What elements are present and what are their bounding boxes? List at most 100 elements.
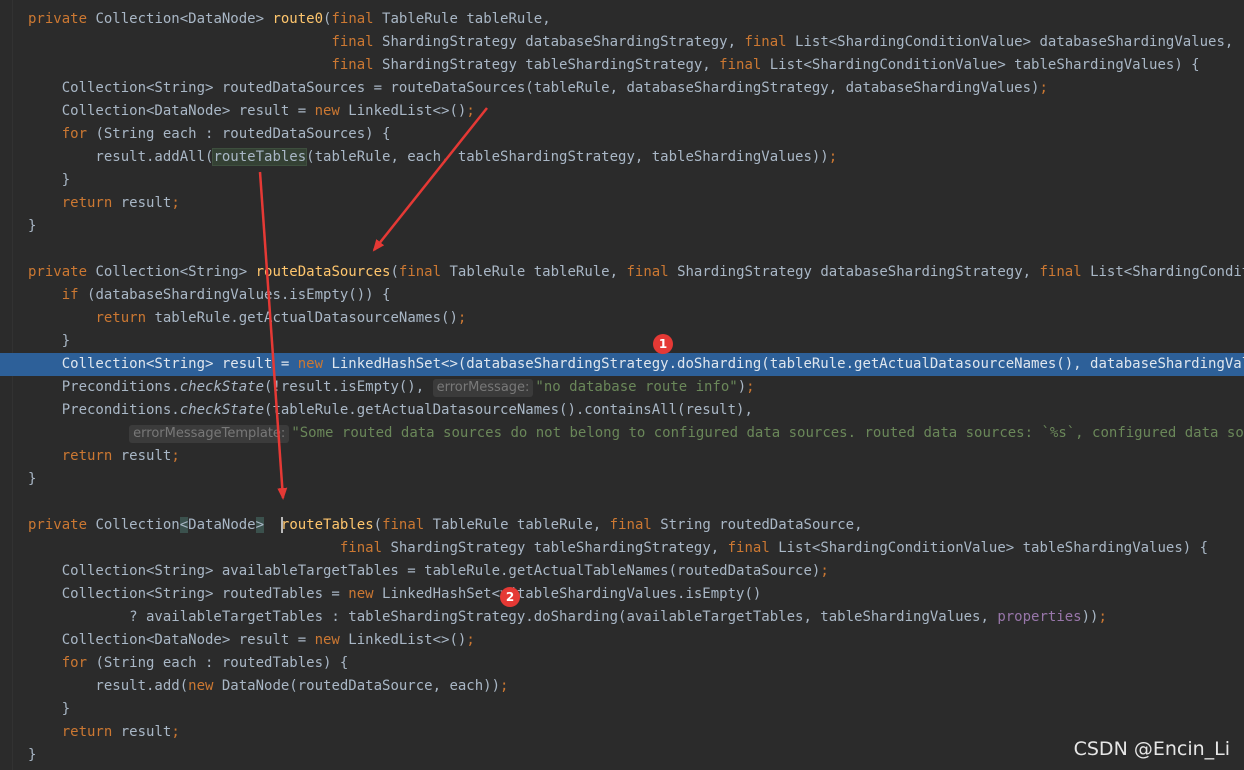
code-token: (String each : routedDataSources) { bbox=[95, 126, 391, 142]
code-token: return bbox=[95, 310, 155, 326]
code-line[interactable]: Preconditions.checkState(!result.isEmpty… bbox=[0, 376, 1244, 399]
code-line[interactable]: private Collection<String> routeDataSour… bbox=[0, 261, 1244, 284]
annotation-badge-1: 1 bbox=[653, 334, 673, 354]
code-token: ) bbox=[737, 379, 747, 395]
code-token: ; bbox=[171, 195, 180, 211]
code-token: } bbox=[28, 172, 71, 188]
code-token: Preconditions. bbox=[28, 379, 180, 395]
code-line[interactable]: Preconditions.checkState(tableRule.getAc… bbox=[0, 399, 1244, 422]
code-line[interactable]: for (String each : routedDataSources) { bbox=[0, 123, 1244, 146]
code-line[interactable]: Collection<String> routedDataSources = r… bbox=[0, 77, 1244, 100]
code-line[interactable]: Collection<String> result = new LinkedHa… bbox=[0, 353, 1244, 376]
code-token: "no database route info" bbox=[535, 379, 738, 395]
code-line[interactable]: for (String each : routedTables) { bbox=[0, 652, 1244, 675]
code-token: final bbox=[727, 540, 779, 556]
code-token: (!result.isEmpty(), bbox=[264, 379, 433, 395]
code-line[interactable]: ? availableTargetTables : tableShardingS… bbox=[0, 606, 1244, 629]
code-token: Collection<DataNode> result = bbox=[28, 632, 315, 648]
code-token: (String each : routedTables) { bbox=[95, 655, 349, 671]
code-line[interactable]: return result; bbox=[0, 445, 1244, 468]
code-token: result.add( bbox=[28, 678, 189, 694]
code-token: Collection<String> availableTargetTables… bbox=[28, 563, 821, 579]
code-line[interactable]: Collection<String> availableTargetTables… bbox=[0, 560, 1244, 583]
code-editor[interactable]: private Collection<DataNode> route0(fina… bbox=[0, 0, 1244, 770]
code-token: final bbox=[331, 34, 383, 50]
code-line[interactable]: result.addAll(routeTables(tableRule, eac… bbox=[0, 146, 1244, 169]
code-token: ; bbox=[746, 379, 755, 395]
code-token: TableRule tableRule, bbox=[449, 264, 627, 280]
code-line[interactable]: result.add(new DataNode(routedDataSource… bbox=[0, 675, 1244, 698]
parameter-hint: errorMessageTemplate: bbox=[129, 425, 290, 443]
code-token: final bbox=[1039, 264, 1091, 280]
code-token: List<ShardingConditionValue> databaseSha… bbox=[1090, 264, 1244, 280]
code-token: routeTables bbox=[212, 148, 308, 166]
code-token: LinkedHashSet<>(tableShardingValues.isEm… bbox=[382, 586, 762, 602]
code-token: DataNode bbox=[188, 517, 256, 533]
code-token: checkState bbox=[179, 402, 265, 418]
code-line[interactable]: private Collection<DataNode> routeTables… bbox=[0, 514, 1244, 537]
code-line[interactable]: } bbox=[0, 744, 1244, 767]
code-token: private bbox=[28, 11, 96, 27]
code-line[interactable]: Collection<DataNode> result = new Linked… bbox=[0, 100, 1244, 123]
code-token: tableRule.getActualDatasourceNames() bbox=[154, 310, 458, 326]
annotation-badge-2: 2 bbox=[500, 587, 520, 607]
code-token: final bbox=[339, 540, 391, 556]
code-token: ( bbox=[390, 264, 399, 280]
code-token: return bbox=[61, 724, 121, 740]
code-line[interactable]: if (databaseShardingValues.isEmpty()) { bbox=[0, 284, 1244, 307]
code-token: String routedDataSource, bbox=[660, 517, 863, 533]
code-token: ShardingStrategy databaseShardingStrateg… bbox=[677, 264, 1040, 280]
code-token: LinkedHashSet<>(databaseShardingStrategy… bbox=[331, 356, 1244, 372]
code-line[interactable]: return result; bbox=[0, 721, 1244, 744]
code-token: ; bbox=[171, 724, 180, 740]
code-line[interactable]: final ShardingStrategy databaseShardingS… bbox=[0, 31, 1244, 54]
code-token: final bbox=[719, 57, 770, 73]
code-line[interactable]: } bbox=[0, 330, 1244, 353]
code-line[interactable]: } bbox=[0, 468, 1244, 491]
code-token: } bbox=[28, 747, 37, 763]
code-token: )) bbox=[1081, 609, 1099, 625]
code-token: return bbox=[61, 448, 121, 464]
code-line[interactable] bbox=[0, 491, 1244, 514]
code-token: "Some routed data sources do not belong … bbox=[291, 425, 1244, 441]
code-line[interactable]: private Collection<DataNode> route0(fina… bbox=[0, 8, 1244, 31]
code-line[interactable]: } bbox=[0, 169, 1244, 192]
code-token: TableRule tableRule, bbox=[432, 517, 610, 533]
code-token: Collection<String> routedDataSources = r… bbox=[28, 80, 1040, 96]
code-token: ; bbox=[457, 310, 467, 326]
code-line[interactable]: } bbox=[0, 215, 1244, 238]
code-token: } bbox=[28, 471, 37, 487]
code-line[interactable]: errorMessageTemplate: "Some routed data s… bbox=[0, 422, 1244, 445]
code-token: properties bbox=[997, 609, 1082, 625]
code-line[interactable]: return result; bbox=[0, 192, 1244, 215]
code-line[interactable]: final ShardingStrategy tableShardingStra… bbox=[0, 54, 1244, 77]
code-line[interactable]: return tableRule.getActualDatasourceName… bbox=[0, 307, 1244, 330]
code-token: LinkedList<>() bbox=[348, 103, 467, 119]
code-token: final bbox=[331, 11, 383, 27]
code-line[interactable]: Collection<DataNode> result = new Linked… bbox=[0, 629, 1244, 652]
code-token: ; bbox=[1098, 609, 1107, 625]
code-token: ; bbox=[171, 448, 180, 464]
code-token: final bbox=[331, 57, 383, 73]
code-token: ; bbox=[466, 632, 475, 648]
code-line[interactable] bbox=[0, 238, 1244, 261]
code-line[interactable]: Collection<String> routedTables = new Li… bbox=[0, 583, 1244, 606]
code-token: ( bbox=[373, 517, 383, 533]
code-line[interactable]: } bbox=[0, 698, 1244, 721]
code-token: if bbox=[61, 287, 88, 303]
code-token: List<ShardingConditionValue> tableShardi… bbox=[778, 540, 1209, 556]
code-token: List<ShardingConditionValue> databaseSha… bbox=[795, 34, 1234, 50]
code-token: final bbox=[626, 264, 678, 280]
code-token: new bbox=[348, 586, 383, 602]
code-line[interactable]: final ShardingStrategy tableShardingStra… bbox=[0, 537, 1244, 560]
code-token: (databaseShardingValues.isEmpty()) { bbox=[87, 287, 391, 303]
code-token: result bbox=[120, 195, 172, 211]
code-token: new bbox=[297, 356, 332, 372]
code-token: ; bbox=[820, 563, 829, 579]
